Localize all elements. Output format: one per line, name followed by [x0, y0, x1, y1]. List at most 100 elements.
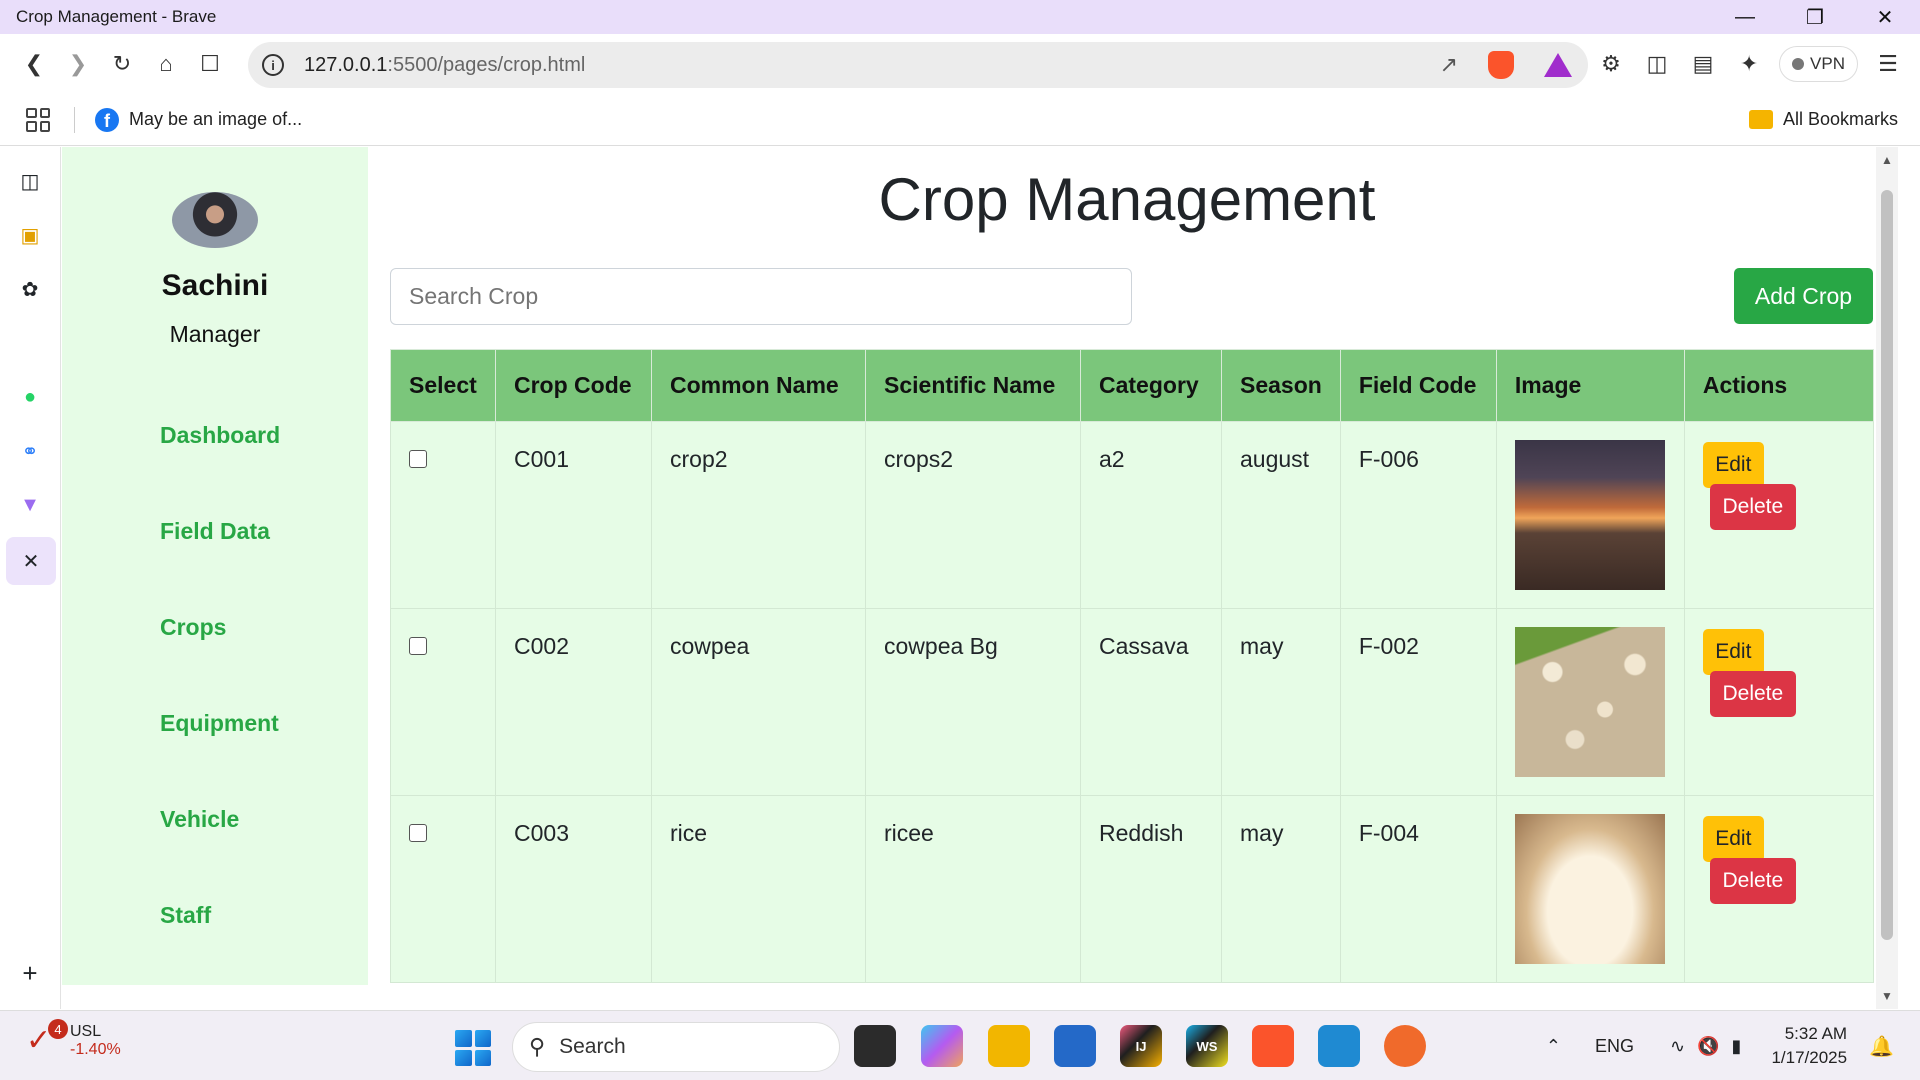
page-scrollbar[interactable]: ▲ ▼	[1876, 147, 1898, 1009]
browser-toolbar: ❮ ❯ ↻ ⌂ ☐ i 127.0.0.1:5500/pages/crop.ht…	[0, 34, 1920, 94]
col-crop-code: Crop Code	[495, 349, 652, 422]
url-path: :5500/pages/crop.html	[387, 53, 586, 76]
brave-rewards-icon[interactable]	[1544, 53, 1572, 77]
delete-button[interactable]: Delete	[1709, 671, 1796, 717]
postman-icon[interactable]	[1384, 1025, 1426, 1067]
intellij-icon[interactable]: IJ	[1120, 1025, 1162, 1067]
site-info-icon[interactable]: i	[262, 54, 284, 76]
home-icon[interactable]: ⌂	[144, 42, 188, 86]
table-row: C003 rice ricee Reddish may F-004 EditDe…	[390, 795, 1875, 983]
notification-bell-icon[interactable]: 🔔	[1869, 1034, 1894, 1059]
bookmarks-bar: f May be an image of... All Bookmarks	[0, 94, 1920, 146]
col-actions: Actions	[1683, 349, 1875, 422]
contacts-icon[interactable]: ▣	[12, 217, 48, 253]
back-icon[interactable]: ❮	[12, 42, 56, 86]
restore-icon[interactable]: ❐	[1780, 0, 1850, 34]
url-host: 127.0.0.1	[304, 53, 388, 76]
row-checkbox[interactable]	[409, 824, 427, 842]
nav-equipment[interactable]: Equipment	[160, 710, 279, 737]
reload-icon[interactable]: ↻	[100, 42, 144, 86]
edit-button[interactable]: Edit	[1702, 442, 1764, 488]
col-common-name: Common Name	[651, 349, 866, 422]
scroll-up-icon[interactable]: ▲	[1881, 153, 1893, 167]
nav-vehicle[interactable]: Vehicle	[160, 806, 239, 833]
extensions-icon[interactable]: ⚙	[1595, 48, 1627, 80]
search-input[interactable]	[390, 268, 1132, 325]
wifi-icon[interactable]: ∿	[1670, 1036, 1685, 1057]
all-bookmarks-button[interactable]: All Bookmarks	[1748, 109, 1898, 130]
table-row: C001 crop2 crops2 a2 august F-006 EditDe…	[390, 421, 1875, 609]
nav-crops[interactable]: Crops	[160, 614, 226, 641]
add-icon[interactable]: +	[12, 955, 48, 991]
brave-icon[interactable]	[1252, 1025, 1294, 1067]
edit-button[interactable]: Edit	[1702, 816, 1764, 862]
bookmark-item[interactable]: May be an image of...	[129, 109, 302, 130]
minimize-icon[interactable]: —	[1710, 0, 1780, 34]
nav-field-data[interactable]: Field Data	[160, 518, 270, 545]
col-field-code: Field Code	[1339, 349, 1497, 422]
nav-dashboard[interactable]: Dashboard	[160, 422, 280, 449]
address-bar[interactable]: i 127.0.0.1:5500/pages/crop.html ↗	[248, 42, 1588, 88]
table-row: C002 cowpea cowpea Bg Cassava may F-002 …	[390, 608, 1875, 796]
crop-code-cell: C003	[495, 795, 652, 983]
col-image: Image	[1495, 349, 1685, 422]
scrollbar-thumb[interactable]	[1881, 190, 1893, 940]
taskbar-search[interactable]: ⚲ Search	[512, 1022, 840, 1072]
sidebar-toggle-icon[interactable]: ◫	[1641, 48, 1673, 80]
delete-button[interactable]: Delete	[1709, 484, 1796, 530]
window-titlebar: Crop Management - Brave — ❐ ✕	[0, 0, 1920, 34]
stock-widget[interactable]: ✓ 4 USL -1.40%	[26, 1019, 121, 1059]
volume-muted-icon[interactable]: 🔇	[1697, 1036, 1719, 1057]
chevron-up-icon[interactable]: ⌃	[1546, 1036, 1561, 1057]
store-icon[interactable]	[1054, 1025, 1096, 1067]
chatgpt-icon[interactable]: ✿	[12, 271, 48, 307]
row-checkbox[interactable]	[409, 637, 427, 655]
language-indicator[interactable]: ENG	[1595, 1036, 1634, 1057]
app-sidebar: Sachini Manager Dashboard Field Data Cro…	[62, 147, 368, 985]
copilot-icon[interactable]	[921, 1025, 963, 1067]
apps-grid-icon[interactable]	[26, 107, 50, 132]
taskbar-search-label: Search	[559, 1035, 626, 1058]
search-icon: ⚲	[529, 1034, 546, 1059]
vpn-status-icon	[1792, 58, 1805, 70]
category-cell: a2	[1080, 421, 1222, 609]
leo-ai-icon[interactable]: ✦	[1733, 48, 1765, 80]
season-cell: august	[1221, 421, 1341, 609]
scientific-name-cell: cowpea Bg	[865, 608, 1081, 796]
page-title: Crop Management	[878, 166, 1376, 233]
close-icon[interactable]: ✕	[1850, 0, 1920, 34]
row-checkbox[interactable]	[409, 450, 427, 468]
file-explorer-icon[interactable]	[988, 1025, 1030, 1067]
bookmark-icon[interactable]: ☐	[188, 42, 232, 86]
scroll-down-icon[interactable]: ▼	[1881, 989, 1893, 1003]
brave-shields-icon[interactable]	[1488, 51, 1514, 79]
window-title: Crop Management - Brave	[16, 7, 217, 26]
edit-button[interactable]: Edit	[1702, 629, 1764, 675]
url-text[interactable]: 127.0.0.1:5500/pages/crop.html	[304, 54, 585, 77]
category-cell: Reddish	[1080, 795, 1222, 983]
webstorm-icon[interactable]: WS	[1186, 1025, 1228, 1067]
vscode-icon[interactable]	[1318, 1025, 1360, 1067]
profile-name: Sachini	[161, 269, 269, 302]
vpn-button[interactable]: VPN	[1779, 46, 1858, 82]
battery-icon[interactable]: ▮	[1732, 1036, 1742, 1057]
windows-start-icon[interactable]	[455, 1030, 491, 1066]
wallet-icon[interactable]: ▤	[1687, 48, 1719, 80]
profile-role: Manager	[169, 321, 261, 347]
share-icon[interactable]: ↗	[1440, 52, 1458, 78]
table-header-row: Select Crop Code Common Name Scientific …	[390, 349, 1875, 422]
whatsapp-icon[interactable]: ●	[12, 379, 48, 415]
add-crop-button[interactable]: Add Crop	[1734, 268, 1873, 324]
close-icon[interactable]: ✕	[6, 537, 56, 585]
crop-image-cowpea	[1514, 627, 1665, 777]
delete-button[interactable]: Delete	[1709, 858, 1796, 904]
nav-staff[interactable]: Staff	[160, 902, 211, 929]
task-view-icon[interactable]	[854, 1025, 896, 1067]
vite-icon[interactable]: ▼	[12, 487, 48, 523]
clock-time: 5:32 AM	[1784, 1024, 1848, 1043]
menu-icon[interactable]: ☰	[1872, 48, 1904, 80]
sidebar-panel-icon[interactable]: ◫	[12, 163, 48, 199]
clock[interactable]: 5:32 AM 1/17/2025	[1771, 1022, 1847, 1070]
link-icon[interactable]: ⚭	[12, 433, 48, 469]
forward-icon[interactable]: ❯	[56, 42, 100, 86]
